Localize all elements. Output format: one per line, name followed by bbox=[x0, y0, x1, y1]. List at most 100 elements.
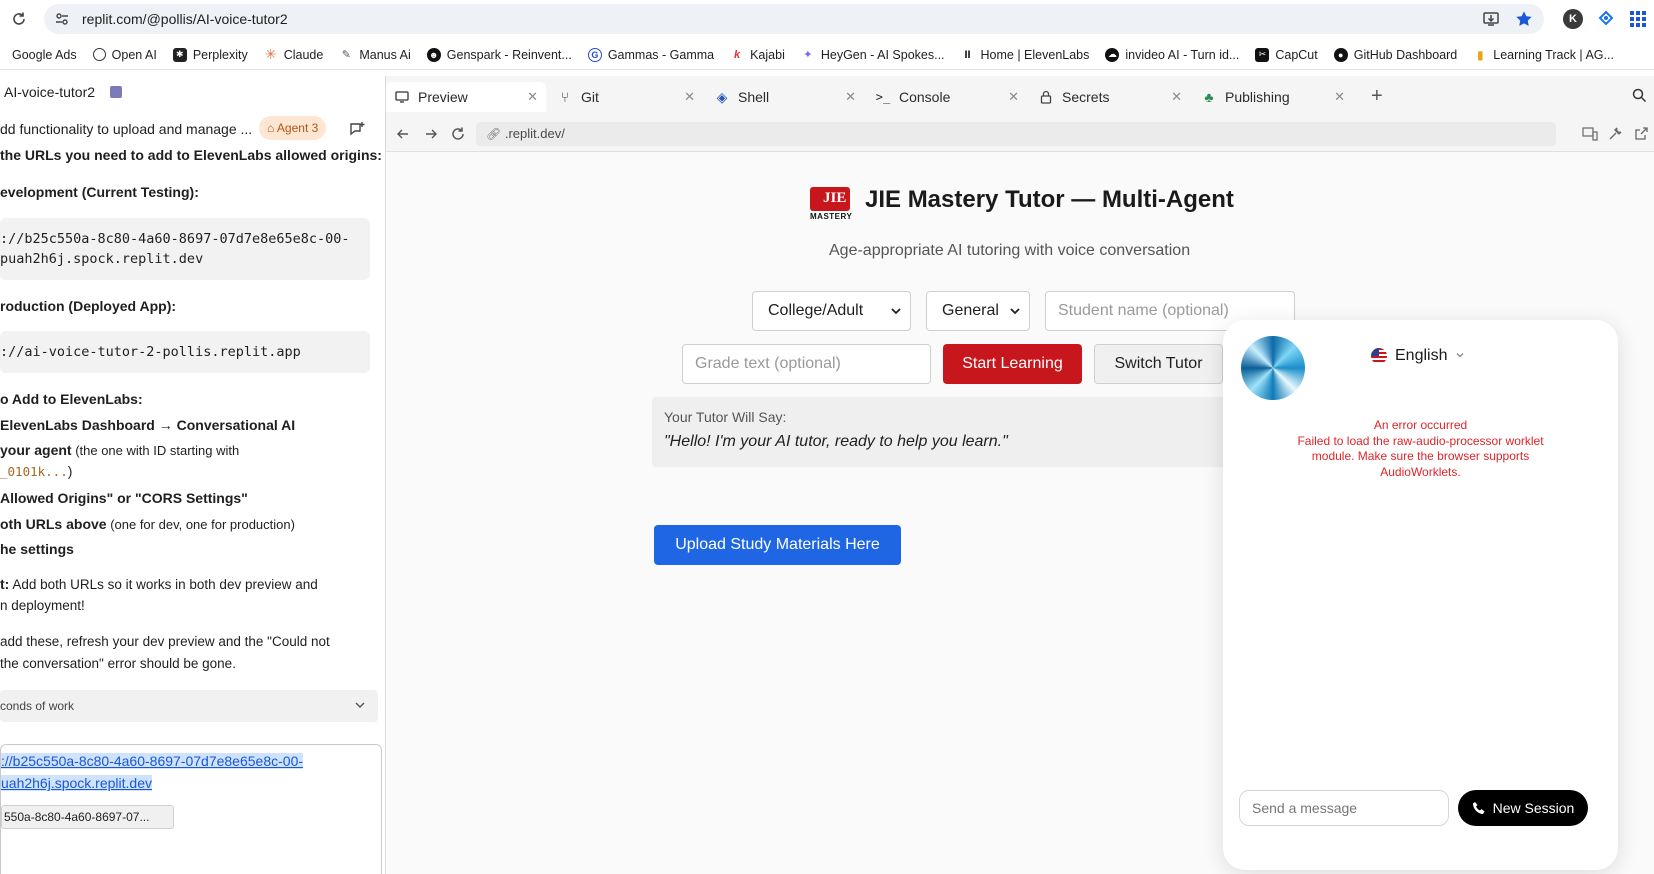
tab-console[interactable]: >_ Console ✕ bbox=[867, 82, 1027, 112]
kajabi-icon: k bbox=[734, 48, 741, 61]
language-select[interactable]: English bbox=[1371, 344, 1465, 368]
add-tab-icon[interactable]: + bbox=[1371, 85, 1383, 108]
level-select[interactable]: College/Adult bbox=[752, 291, 911, 331]
bookmark-gamma[interactable]: G Gammas - Gamma bbox=[580, 43, 722, 67]
open-new-tab-icon[interactable] bbox=[1634, 126, 1649, 146]
bookmark-label: Google Ads bbox=[12, 47, 77, 62]
close-icon[interactable]: ✕ bbox=[1008, 89, 1019, 105]
new-session-button[interactable]: New Session bbox=[1458, 790, 1588, 826]
gamma-icon: G bbox=[587, 47, 602, 62]
bookmark-capcut[interactable]: ✂ CapCut bbox=[1247, 43, 1325, 67]
back-arrow-icon[interactable] bbox=[396, 127, 410, 146]
reload-icon[interactable] bbox=[10, 10, 28, 28]
bookmark-heygen[interactable]: ✦ HeyGen - AI Spokes... bbox=[793, 43, 953, 67]
error-line-3: AudioWorklets. bbox=[1380, 464, 1461, 479]
chevron-down-icon bbox=[354, 698, 366, 716]
shell-icon: ◈ bbox=[716, 88, 728, 105]
heygen-icon: ✦ bbox=[803, 49, 813, 61]
agent-orb-avatar[interactable] bbox=[1241, 336, 1305, 400]
preview-url-field[interactable]: 🔗︎ .replit.dev/ bbox=[476, 122, 1556, 146]
grade-text-input[interactable]: Grade text (optional) bbox=[682, 344, 931, 384]
bookmark-star-icon[interactable] bbox=[1514, 9, 1534, 29]
apps-grid-icon[interactable] bbox=[1628, 9, 1648, 29]
subject-select[interactable]: General bbox=[926, 291, 1030, 331]
site-info-icon[interactable] bbox=[54, 11, 70, 27]
step-3: Allowed Origins" or "CORS Settings" bbox=[0, 490, 248, 506]
start-learning-button[interactable]: Start Learning bbox=[943, 344, 1082, 384]
bookmark-google-ads[interactable]: Google Ads bbox=[4, 43, 85, 67]
prod-url-code: ://ai-voice-tutor-2-pollis.replit.app bbox=[0, 331, 370, 373]
address-bar[interactable]: replit.com/@pollis/AI-voice-tutor2 bbox=[44, 4, 1544, 34]
chat-input-box[interactable]: ://b25c550a-8c80-4a60-8697-07d7e8e65e8c-… bbox=[0, 744, 382, 874]
bookmark-learning-track[interactable]: ▮ Learning Track | AG... bbox=[1465, 43, 1622, 67]
chevron-down-icon bbox=[1009, 304, 1021, 322]
bookmark-open-ai[interactable]: Open AI bbox=[85, 43, 165, 67]
upload-materials-label: Upload Study Materials Here bbox=[675, 536, 880, 553]
voice-widget: English An error occurred Failed to load… bbox=[1223, 320, 1618, 870]
bookmark-manus[interactable]: ✎ Manus Ai bbox=[331, 43, 418, 67]
bookmark-genspark[interactable]: ☻ Genspark - Reinvent... bbox=[419, 43, 580, 67]
tab-publishing[interactable]: ♣ Publishing ✕ bbox=[1193, 82, 1353, 112]
browser-toolbar: replit.com/@pollis/AI-voice-tutor2 K bbox=[0, 0, 1654, 38]
extension-icon[interactable] bbox=[1596, 9, 1616, 29]
invideo-icon: ☁ bbox=[1105, 47, 1120, 62]
project-status-icon bbox=[110, 86, 122, 98]
close-icon[interactable]: ✕ bbox=[527, 89, 538, 105]
console-icon: >_ bbox=[875, 90, 891, 104]
step-2-rest: (the one with ID starting with bbox=[71, 443, 240, 458]
agent-badge: ⌂ Agent 3 bbox=[259, 116, 327, 140]
bookmark-claude[interactable]: ✳ Claude bbox=[256, 43, 332, 67]
bookmark-elevenlabs[interactable]: II Home | ElevenLabs bbox=[953, 43, 1098, 67]
subject-select-value: General bbox=[942, 302, 999, 319]
search-icon[interactable] bbox=[1632, 88, 1647, 108]
manus-icon: ✎ bbox=[341, 49, 351, 61]
bookmark-label: CapCut bbox=[1275, 47, 1318, 62]
profile-avatar[interactable]: K bbox=[1563, 9, 1583, 29]
page-title: JIE Mastery Tutor — Multi-Agent bbox=[865, 186, 1234, 213]
bookmark-label: Open AI bbox=[111, 47, 157, 62]
forward-arrow-icon[interactable] bbox=[424, 127, 438, 146]
tab-secrets[interactable]: Secrets ✕ bbox=[1030, 82, 1190, 112]
input-link-line-2: uah2h6j.spock.replit.dev bbox=[1, 775, 152, 791]
bookmark-github[interactable]: ● GitHub Dashboard bbox=[1326, 43, 1466, 67]
close-icon[interactable]: ✕ bbox=[845, 89, 856, 105]
bookmark-label: Gammas - Gamma bbox=[607, 47, 715, 62]
tutor-says-label: Your Tutor Will Say: bbox=[664, 409, 787, 425]
message-input[interactable]: Send a message bbox=[1239, 790, 1449, 826]
preview-toolbar: 🔗︎ .replit.dev/ bbox=[386, 118, 1654, 152]
upload-materials-button[interactable]: Upload Study Materials Here bbox=[654, 525, 901, 565]
bookmark-invideo[interactable]: ☁ invideo AI - Turn id... bbox=[1097, 43, 1247, 67]
input-attachment-chip[interactable]: 550a-8c80-4a60-8697-07... bbox=[1, 805, 174, 829]
close-icon[interactable]: ✕ bbox=[1171, 89, 1182, 105]
chart-icon: ▮ bbox=[1476, 47, 1484, 62]
prod-heading: roduction (Deployed App): bbox=[0, 298, 177, 314]
task-title[interactable]: dd functionality to upload and manage ..… bbox=[0, 121, 252, 137]
tab-preview[interactable]: Preview ✕ bbox=[386, 82, 546, 112]
wrench-icon[interactable] bbox=[1608, 126, 1623, 146]
new-chat-icon[interactable] bbox=[348, 120, 366, 138]
phone-icon bbox=[1472, 801, 1486, 815]
work-summary-collapsible[interactable]: conds of work bbox=[0, 690, 378, 722]
close-icon[interactable]: ✕ bbox=[684, 89, 695, 105]
install-app-icon[interactable] bbox=[1482, 10, 1500, 28]
agent-icon: ⌂ bbox=[267, 121, 277, 135]
elevenlabs-icon: II bbox=[964, 48, 971, 61]
tab-git[interactable]: ⑂ Git ✕ bbox=[549, 82, 703, 112]
step-4-bold: oth URLs above bbox=[0, 516, 107, 532]
step-2-close: ) bbox=[67, 463, 73, 479]
switch-tutor-button[interactable]: Switch Tutor bbox=[1094, 344, 1223, 384]
note-rest: Add both URLs so it works in both dev pr… bbox=[9, 577, 318, 592]
tutor-says-text: "Hello! I'm your AI tutor, ready to help… bbox=[664, 433, 1008, 450]
bookmark-perplexity[interactable]: ✱ Perplexity bbox=[165, 43, 256, 67]
language-label: English bbox=[1395, 347, 1448, 364]
capcut-icon: ✂ bbox=[1255, 47, 1270, 62]
claude-icon: ✳ bbox=[264, 46, 277, 62]
refresh-icon[interactable] bbox=[450, 126, 466, 147]
bookmark-label: Genspark - Reinvent... bbox=[446, 47, 572, 62]
devices-icon[interactable] bbox=[1582, 127, 1598, 146]
project-name[interactable]: AI-voice-tutor2 bbox=[4, 84, 95, 100]
tab-shell[interactable]: ◈ Shell ✕ bbox=[706, 82, 864, 112]
message-placeholder: Send a message bbox=[1252, 800, 1358, 816]
bookmark-kajabi[interactable]: k Kajabi bbox=[722, 43, 793, 67]
close-icon[interactable]: ✕ bbox=[1334, 89, 1345, 105]
